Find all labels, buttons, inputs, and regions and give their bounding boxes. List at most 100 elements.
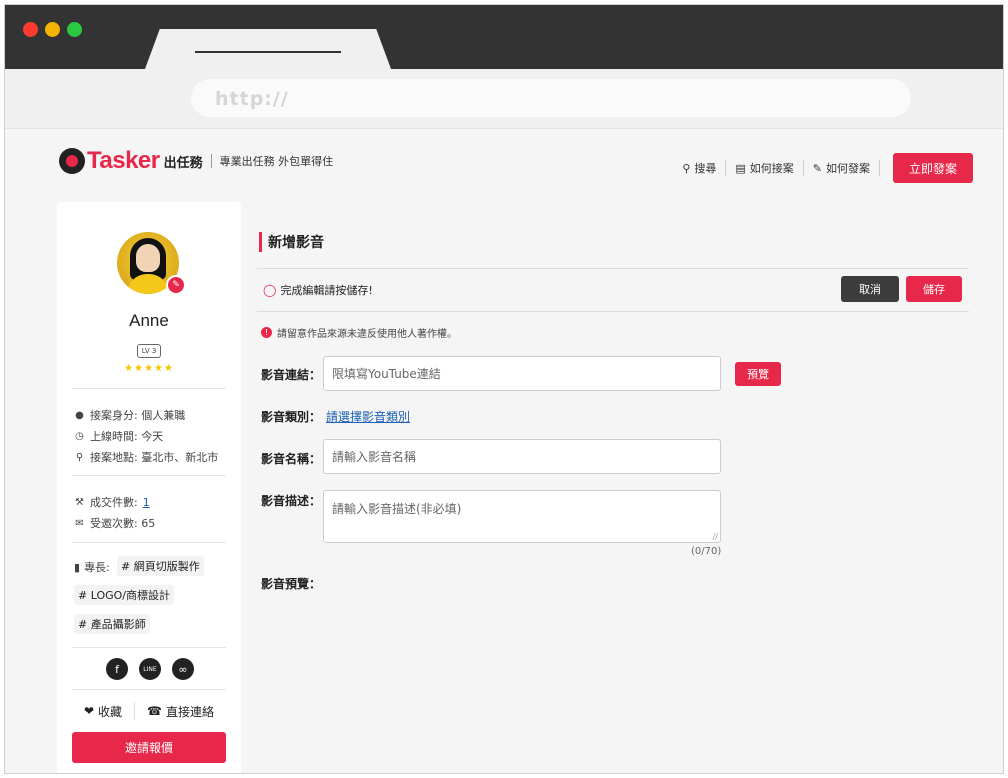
sidebar-divider <box>72 388 226 389</box>
site-page: Tasker 出任務 專業出任務 外包單得住 ⚲ 搜尋 ▤ 如何接案 ✎ 如何發… <box>5 129 1003 773</box>
user-icon: ● <box>75 409 84 421</box>
nav-search[interactable]: ⚲ 搜尋 <box>682 160 716 176</box>
online-row: ◷ 上線時間: 今天 <box>74 428 163 444</box>
nav-divider <box>879 160 880 176</box>
sidebar-divider <box>72 542 226 543</box>
top-nav: ⚲ 搜尋 ▤ 如何接案 ✎ 如何發案 立即發案 <box>682 153 973 183</box>
site-logo[interactable]: Tasker 出任務 專業出任務 外包單得住 <box>59 147 333 175</box>
form-divider <box>257 268 969 269</box>
search-icon: ⚲ <box>682 161 691 175</box>
skill-tag[interactable]: # 產品攝影師 <box>74 614 150 634</box>
minimize-window-button[interactable] <box>45 22 60 37</box>
char-counter: (0/70) <box>691 546 722 557</box>
document-icon: ▤ <box>735 161 746 175</box>
heart-icon: ❤ <box>83 704 95 718</box>
tasker-logo-icon <box>59 148 85 174</box>
contact-button[interactable]: ☎ 直接連絡 <box>135 703 226 720</box>
cancel-button[interactable]: 取消 <box>841 276 899 302</box>
nav-divider <box>725 160 727 176</box>
video-name-input[interactable]: 請輸入影音名稱 <box>323 439 721 474</box>
tab-title-placeholder <box>195 51 341 53</box>
avatar-face <box>136 244 160 272</box>
gavel-icon: ⚒ <box>75 496 84 508</box>
online-text: 上線時間: 今天 <box>90 430 164 443</box>
video-link-input[interactable]: 限填寫YouTube連結 <box>323 356 721 391</box>
copyright-notice: ! 請留意作品來源未違反使用他人著作權。 <box>261 325 457 340</box>
lightbulb-icon: ◯ <box>263 283 277 297</box>
browser-titlebar <box>5 5 1003 69</box>
logo-cn-text: 出任務 <box>163 155 203 171</box>
profile-actions: ❤ 收藏 ☎ 直接連絡 <box>57 702 241 720</box>
video-link-label: 影音連結： <box>261 368 322 382</box>
sidebar-divider <box>72 475 226 476</box>
line-icon[interactable]: LINE <box>139 658 161 680</box>
level-badge: LV 3 <box>137 344 161 358</box>
nav-how-to-post-case[interactable]: ✎ 如何發案 <box>813 160 870 176</box>
pencil-icon: ✎ <box>812 161 822 175</box>
edit-avatar-icon[interactable]: ✎ <box>166 275 186 295</box>
video-type-select-link[interactable]: 請選擇影音類別 <box>326 408 410 425</box>
form-divider <box>257 311 969 312</box>
save-tip-text: 完成編輯請按儲存! <box>280 284 373 297</box>
form-title: 新增影音 <box>259 232 324 252</box>
resize-handle-icon[interactable]: ∕∕ <box>713 532 718 541</box>
location-pin-icon: ⚲ <box>75 451 84 463</box>
video-name-label: 影音名稱： <box>261 452 322 466</box>
form-title-text: 新增影音 <box>268 235 324 251</box>
alert-icon: ! <box>261 327 272 338</box>
contact-label: 直接連絡 <box>166 704 215 719</box>
deals-row: ⚒ 成交件數: 1 <box>74 494 150 510</box>
maximize-window-button[interactable] <box>67 22 82 37</box>
sidebar-divider <box>72 647 226 648</box>
invite-quote-button[interactable]: 邀請報價 <box>72 732 226 763</box>
save-button[interactable]: 儲存 <box>906 276 962 302</box>
nav-how-to-post-case-label: 如何發案 <box>826 162 870 175</box>
sidebar-divider <box>72 689 226 690</box>
location-text: 接案地點: 臺北市、新北市 <box>90 451 219 464</box>
skill-tag[interactable]: # 網頁切版製作 <box>117 556 204 576</box>
browser-window: http:// Tasker 出任務 專業出任務 外包單得住 ⚲ 搜尋 ▤ 如何… <box>4 4 1004 774</box>
rating-stars: ★★★★★ <box>124 363 174 374</box>
video-desc-placeholder: 請輸入影音描述(非必填) <box>332 502 462 516</box>
envelope-icon: ✉ <box>75 517 84 529</box>
video-type-label: 影音類別： <box>261 410 322 424</box>
logo-divider <box>210 154 212 168</box>
nav-divider <box>802 160 804 176</box>
copyright-notice-text: 請留意作品來源未違反使用他人著作權。 <box>277 329 457 340</box>
favorite-label: 收藏 <box>98 704 123 719</box>
skill-tag[interactable]: # LOGO/商標設計 <box>74 585 174 605</box>
profile-name: Anne <box>129 311 169 330</box>
nav-how-to-take-case[interactable]: ▤ 如何接案 <box>735 160 793 176</box>
video-preview-label: 影音預覽： <box>261 577 322 591</box>
nav-how-to-take-case-label: 如何接案 <box>749 162 794 175</box>
post-case-button[interactable]: 立即發案 <box>893 153 973 183</box>
skills-label-row: ▮ 專長: <box>74 559 110 575</box>
save-tip: ◯ 完成編輯請按儲存! <box>263 282 373 298</box>
phone-icon: ☎ <box>147 704 162 718</box>
deals-label: 成交件數: <box>90 496 138 509</box>
identity-text: 接案身分: 個人兼職 <box>90 409 186 422</box>
favorite-button[interactable]: ❤ 收藏 <box>72 703 134 720</box>
nav-search-label: 搜尋 <box>694 162 717 175</box>
tag-icon: ▮ <box>74 560 81 574</box>
address-bar[interactable]: http:// <box>191 79 911 117</box>
video-desc-textarea[interactable]: 請輸入影音描述(非必填) ∕∕ <box>323 490 721 543</box>
link-icon[interactable]: ∞ <box>172 658 194 680</box>
close-window-button[interactable] <box>23 22 38 37</box>
location-row: ⚲ 接案地點: 臺北市、新北市 <box>74 449 218 465</box>
browser-toolbar: http:// <box>5 69 1003 129</box>
video-desc-label: 影音描述： <box>261 494 322 508</box>
profile-sidebar: ✎ Anne LV 3 ★★★★★ ● 接案身分: 個人兼職 ◷ 上線時間: 今… <box>57 202 241 773</box>
address-text: http:// <box>215 88 289 110</box>
facebook-icon[interactable]: f <box>106 658 128 680</box>
deals-count-link[interactable]: 1 <box>143 496 150 509</box>
title-accent-bar <box>259 232 262 252</box>
logo-text: Tasker <box>87 147 160 174</box>
skills-label: 專長: <box>84 561 110 574</box>
invites-text: 受邀次數: 65 <box>90 517 156 530</box>
identity-row: ● 接案身分: 個人兼職 <box>74 407 185 423</box>
clock-icon: ◷ <box>75 430 84 442</box>
browser-tab[interactable] <box>145 29 391 69</box>
preview-button[interactable]: 預覽 <box>735 362 781 386</box>
site-slogan: 專業出任務 外包單得住 <box>219 155 334 168</box>
